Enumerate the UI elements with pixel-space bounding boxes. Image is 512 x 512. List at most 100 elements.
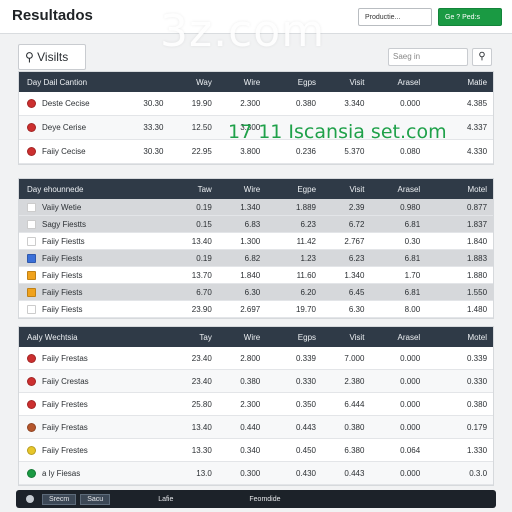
header-cell[interactable]: Taw [169,185,217,194]
header-cell[interactable]: Aaly Wechtsia [19,333,121,342]
header-cell[interactable]: Wire [218,333,266,342]
checkbox-icon[interactable] [27,202,36,212]
table-row[interactable]: Faiiy Crestas 23.40 0.380 0.330 2.380 0.000 0.… [19,370,493,393]
table-row[interactable]: Deste Cecise 30.30 19.90 2.300 0.380 3.340 0.0… [19,92,493,116]
table-row[interactable]: Vaiiy Wetie 0.19 1.340 1.889 2.39 0.980 0.877 [19,199,493,216]
row-label: Faiiy Fiests [42,270,83,280]
header-cell[interactable]: Visit [322,185,370,194]
header-cell[interactable]: Wire [218,185,266,194]
table-cell: 0.000 [400,376,421,386]
status-icon [27,353,36,363]
tab-visits[interactable]: ⚲ Visilts [18,44,86,70]
table-cell: 0.000 [400,399,421,409]
header-cell[interactable]: Tay [169,333,217,342]
table-cell: 19.90 [191,99,212,108]
new-button[interactable]: Ge ? Ped:s [438,8,502,26]
table-cell: 7.000 [344,353,365,363]
power-icon[interactable] [26,495,34,503]
header-cell[interactable]: Visit [322,333,370,342]
row-label: Deye Cerise [42,123,87,132]
checkbox-icon[interactable] [27,253,36,263]
header-cell[interactable]: Egps [266,78,322,87]
row-name-cell: Faiiy Cecise [19,147,121,156]
table-cell: 13.40 [191,422,212,432]
table-row[interactable]: Faiiy Fiests 6.70 6.30 6.20 6.45 6.81 1.550 [19,284,493,301]
table-cell: 22.95 [191,147,212,156]
header-cell[interactable]: Motel [426,185,493,194]
table-header-1: Day Dail Cantion Way Wire Egps Visit Ara… [19,72,493,92]
table-cell: 0.430 [295,468,317,478]
table-row[interactable]: Faiiy Frestas 23.40 2.800 0.339 7.000 0.000 0.… [19,347,493,370]
row-name-cell: Faiiy Fiestts [19,236,121,246]
app-title: Resultados [12,7,93,24]
header-cell[interactable]: Day Dail Cantion [19,78,121,87]
header-cell[interactable]: Arasel [370,185,426,194]
header-cell[interactable]: Motel [426,333,493,342]
table-cell: 2.300 [240,99,261,108]
header-cell[interactable]: Egpe [266,185,322,194]
row-name-cell: Faiiy Fiests [19,253,121,263]
table-row[interactable]: Faiiy Fiests 13.70 1.840 11.60 1.340 1.70 1.88… [19,267,493,284]
table-cell: 0.19 [196,253,212,263]
checkbox-icon[interactable] [27,270,36,280]
checkbox-icon[interactable] [27,236,36,246]
table-row[interactable]: Faiiy Frestes 25.80 2.300 0.350 6.444 0.000 0.… [19,393,493,416]
table-cell: 1.550 [467,287,488,297]
status-icon [27,147,36,156]
header-cell[interactable]: Arasel [370,78,426,87]
table-cell: 13.40 [191,236,212,246]
table-row[interactable]: Faiiy Frestas 13.40 0.440 0.443 0.380 0.000 0.… [19,416,493,439]
table-cell: 13.30 [191,445,212,455]
table-cell: 0.877 [467,202,488,212]
row-name-cell: Deye Cerise [19,123,121,132]
table-row[interactable]: Faiiy Fiests 0.19 6.82 1.23 6.23 6.81 1.883 [19,250,493,267]
table-cell: 0.080 [400,147,421,156]
header-cell[interactable]: Egps [266,333,322,342]
table-cell: 6.380 [344,445,365,455]
table-cell: 0.380 [240,376,261,386]
status-icon [27,99,36,108]
footer-select-2[interactable]: Sacu [80,493,111,505]
table-cell: 0.064 [400,445,421,455]
table-cell: 6.20 [300,287,317,297]
status-icon [27,468,36,478]
header-cell[interactable]: Visit [322,78,370,87]
product-button[interactable]: Prоductie... [358,8,432,26]
checkbox-icon[interactable] [27,219,36,229]
row-label: Faiiy Fiests [42,304,83,314]
header-cell[interactable]: Arasel [370,333,426,342]
table-cell: 4.330 [467,147,488,156]
row-name-cell: Faiiy Crestas [19,376,121,386]
header-cell[interactable]: Day ehounnede [19,185,121,194]
footer-link-1[interactable]: Lafie [150,496,181,503]
toolbar: ⚲ Visilts Saeg in ⚲ [0,40,512,74]
table-cell: 11.42 [296,236,317,246]
footer-link-2[interactable]: Feomdide [241,496,288,503]
header-cell[interactable]: Matie [426,78,493,87]
table-cell: 2.39 [348,202,365,212]
table-cell: 0.339 [295,353,317,363]
footer-select-1[interactable]: Srecm [42,493,77,505]
status-icon [27,123,36,132]
table-cell: 0.000 [400,99,421,108]
search-input[interactable]: Saeg in [388,48,468,66]
header-cell[interactable]: Way [169,78,217,87]
table-row[interactable]: Faiiy Cecise 30.30 22.95 3.800 0.236 5.370 0.0… [19,140,493,164]
table-row[interactable]: Sagy Fiestts 0.15 6.83 6.23 6.72 6.81 1.837 [19,216,493,233]
table-cell: 0.340 [240,445,261,455]
footer-bar: Srecm Sacu Lafie Feomdide [16,490,496,508]
search-button[interactable]: ⚲ [472,48,492,66]
checkbox-icon[interactable] [27,287,36,297]
table-row[interactable]: Faiiy Fiests 23.90 2.697 19.70 6.30 8.00 1.480 [19,301,493,318]
table-row[interactable]: Faiiy Fiestts 13.40 1.300 11.42 2.767 0.30 1.8… [19,233,493,250]
checkbox-icon[interactable] [27,304,36,314]
table-row[interactable]: a ly Fiesas 13.0 0.300 0.430 0.443 0.000 0.3.0 [19,462,493,485]
table-row[interactable]: Faiiy Frestes 13.30 0.340 0.450 6.380 0.064 1.… [19,439,493,462]
status-icon [27,376,36,386]
table-cell: 1.889 [295,202,317,212]
table-row[interactable]: Deye Cerise 33.30 12.50 3.300 4.337 [19,116,493,140]
table-cell: 13.70 [191,270,212,280]
table-cell: 6.30 [348,304,365,314]
row-name-cell: Faiiy Frestes [19,445,121,455]
header-cell[interactable]: Wire [218,78,266,87]
